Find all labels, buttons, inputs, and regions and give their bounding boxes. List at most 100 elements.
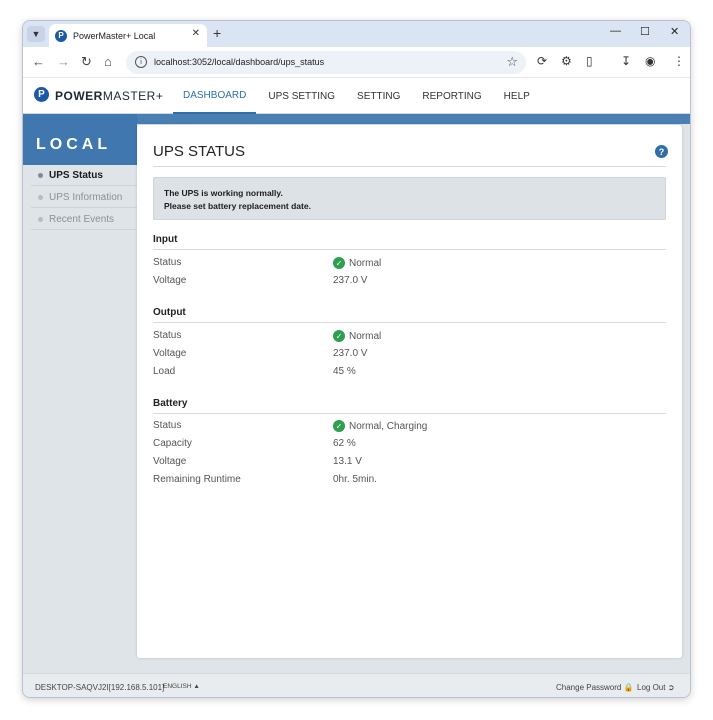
lock-icon: 🔒 (623, 683, 634, 692)
battery-voltage-value: 13.1 V (333, 456, 362, 467)
reload-icon[interactable]: ↻ (81, 54, 92, 70)
row-label: Status (153, 330, 182, 341)
section-input-title: Input (153, 234, 666, 250)
menu-ups-setting[interactable]: UPS SETTING (258, 78, 345, 114)
profile-icon[interactable]: ◉ (645, 54, 655, 68)
output-voltage-value: 237.0 V (333, 348, 368, 359)
help-icon[interactable]: ? (655, 145, 668, 158)
section-battery-title: Battery (153, 398, 666, 414)
check-circle-icon: ✓ (333, 330, 345, 342)
notice-line-2: Please set battery replacement date. (164, 201, 311, 211)
battery-capacity-value: 62 % (333, 438, 356, 449)
row-label: Status (153, 257, 182, 268)
title-divider (153, 166, 666, 167)
output-load-row: Load 45 % (153, 366, 666, 382)
logo-rest-text: MASTER+ (102, 89, 164, 103)
row-label: Voltage (153, 348, 187, 359)
row-label: Voltage (153, 456, 187, 467)
battery-status-row: Status ✓ Normal, Charging (153, 420, 666, 436)
logout-icon: ➲ (667, 683, 675, 692)
change-password-label: Change Password (556, 683, 622, 692)
sidebar-item-ups-information[interactable]: UPS Information (31, 187, 137, 208)
extension-icon[interactable]: ▯ (586, 54, 593, 68)
check-circle-icon: ✓ (333, 257, 345, 269)
sidebar-item-label: UPS Information (49, 191, 123, 203)
output-load-value: 45 % (333, 366, 356, 377)
row-value: ✓ Normal (333, 330, 381, 342)
back-icon[interactable]: ← (32, 54, 45, 69)
url-text: localhost:3052/local/dashboard/ups_statu… (154, 57, 325, 67)
tab-strip: ▼ P PowerMaster+ Local ✕ + — ☐ ✕ (23, 21, 690, 47)
row-value: ✓ Normal (333, 257, 381, 269)
input-voltage-value: 237.0 V (333, 275, 368, 286)
row-value: ✓ Normal, Charging (333, 420, 427, 432)
browser-tab[interactable]: P PowerMaster+ Local ✕ (49, 24, 207, 47)
footer: DESKTOP-SAQVJ2I[192.168.5.101] ENGLISH ▲… (23, 673, 690, 697)
minimize-icon[interactable]: — (610, 25, 621, 37)
tab-close-icon[interactable]: ✕ (192, 28, 200, 39)
tab-title: PowerMaster+ Local (73, 30, 156, 41)
log-out-label: Log Out (637, 683, 666, 692)
output-status-row: Status ✓ Normal (153, 330, 666, 346)
input-voltage-row: Voltage 237.0 V (153, 275, 666, 291)
input-status-row: Status ✓ Normal (153, 257, 666, 273)
bullet-icon (38, 216, 43, 222)
menu-dashboard[interactable]: DASHBOARD (173, 78, 257, 114)
menu-setting[interactable]: SETTING (347, 78, 410, 114)
host-name: DESKTOP-SAQVJ2I[192.168.5.101] (35, 683, 165, 692)
tab-search-chevron-down-icon[interactable]: ▼ (27, 26, 45, 42)
maximize-icon[interactable]: ☐ (640, 25, 650, 38)
bullet-icon (38, 172, 43, 178)
battery-status-value: Normal, Charging (349, 420, 428, 432)
page-title: UPS STATUS (153, 143, 245, 160)
new-tab-plus-icon[interactable]: + (213, 25, 221, 41)
row-label: Capacity (153, 438, 192, 449)
row-label: Voltage (153, 275, 187, 286)
check-circle-icon: ✓ (333, 420, 345, 432)
log-out-link[interactable]: Log Out ➲ (637, 683, 674, 692)
section-output-title: Output (153, 307, 666, 323)
sidebar-item-ups-status[interactable]: UPS Status (31, 165, 137, 186)
logo-bold-text: POWER (55, 89, 103, 103)
output-status-value: Normal (349, 330, 382, 342)
row-label: Status (153, 420, 182, 431)
battery-runtime-row: Remaining Runtime 0hr. 5min. (153, 474, 666, 490)
url-input[interactable]: i localhost:3052/local/dashboard/ups_sta… (126, 51, 526, 74)
battery-capacity-row: Capacity 62 % (153, 438, 666, 454)
app-logo: POWERMASTER+ (55, 89, 163, 103)
powermaster-logo-icon: P (34, 87, 49, 102)
main-menu: DASHBOARD UPS SETTING SETTING REPORTING … (173, 78, 542, 114)
content-panel: UPS STATUS ? The UPS is working normally… (137, 125, 682, 658)
chevron-up-icon: ▲ (193, 683, 200, 690)
browser-window: ▼ P PowerMaster+ Local ✕ + — ☐ ✕ ← → ↻ ⌂… (22, 20, 691, 698)
extension-puzzle-icon[interactable]: ⚙ (561, 54, 572, 68)
kebab-menu-icon[interactable]: ⋮ (673, 54, 685, 68)
battery-voltage-row: Voltage 13.1 V (153, 456, 666, 472)
language-selector[interactable]: ENGLISH ▲ (163, 683, 200, 690)
site-info-icon[interactable]: i (135, 56, 147, 68)
battery-runtime-value: 0hr. 5min. (333, 474, 377, 485)
input-status-value: Normal (349, 257, 382, 269)
row-label: Load (153, 366, 176, 377)
window-close-icon[interactable]: ✕ (670, 25, 679, 38)
menu-reporting[interactable]: REPORTING (412, 78, 491, 114)
status-notice: The UPS is working normally. Please set … (153, 177, 666, 220)
favicon-icon: P (55, 29, 67, 42)
change-password-link[interactable]: Change Password 🔒 (556, 683, 634, 692)
home-icon[interactable]: ⌂ (104, 54, 112, 69)
address-bar: ← → ↻ ⌂ i localhost:3052/local/dashboard… (23, 47, 690, 78)
language-label: ENGLISH (163, 683, 192, 690)
sidebar-title: LOCAL (36, 136, 112, 153)
bullet-icon (38, 194, 43, 200)
output-voltage-row: Voltage 237.0 V (153, 348, 666, 364)
app-header: P POWERMASTER+ DASHBOARD UPS SETTING SET… (23, 78, 690, 114)
download-icon[interactable]: ↧ (621, 54, 631, 68)
sidebar-item-label: UPS Status (49, 169, 103, 181)
row-label: Remaining Runtime (153, 474, 241, 485)
star-icon[interactable]: ☆ (506, 54, 518, 70)
forward-icon[interactable]: → (57, 54, 70, 69)
menu-help[interactable]: HELP (494, 78, 540, 114)
sync-icon[interactable]: ⟳ (537, 54, 547, 68)
sidebar-item-recent-events[interactable]: Recent Events (31, 209, 137, 230)
notice-line-1: The UPS is working normally. (164, 188, 283, 198)
